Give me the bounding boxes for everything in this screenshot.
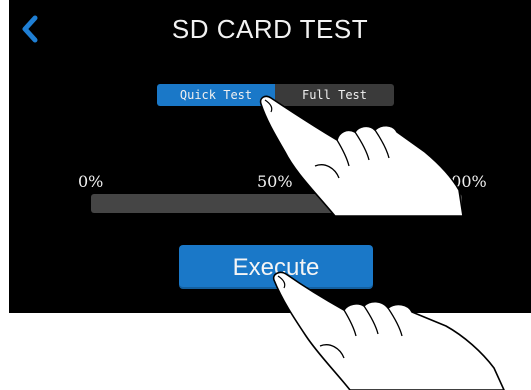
progress-label-50: 50% <box>257 172 293 191</box>
progress-label-100: 100% <box>441 172 487 191</box>
quick-test-button[interactable]: Quick Test <box>157 84 275 106</box>
full-test-button[interactable]: Full Test <box>275 84 394 106</box>
page-title: SD CARD TEST <box>171 14 369 44</box>
progress-bar <box>91 194 462 213</box>
progress-label-0: 0% <box>78 172 104 191</box>
device-screen: SD CARD TEST Quick Test Full Test 0% 50%… <box>9 0 531 313</box>
execute-button[interactable]: Execute <box>179 245 373 289</box>
